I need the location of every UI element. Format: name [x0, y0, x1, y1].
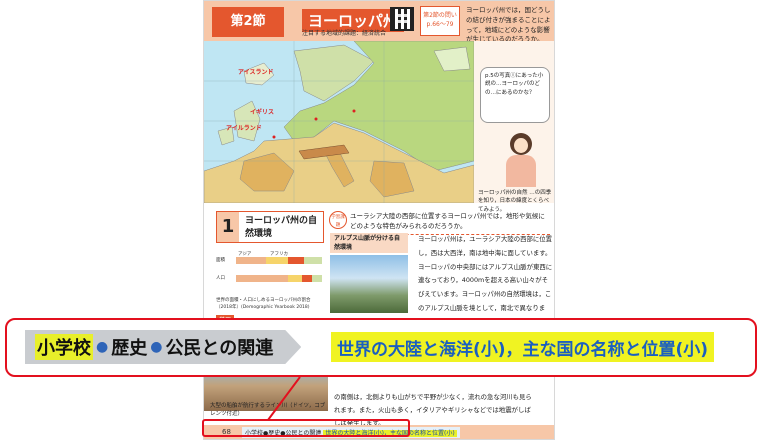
chart-label-population: 人口 — [216, 276, 225, 281]
bar-pop-africa — [288, 275, 302, 282]
qr-code-icon[interactable] — [390, 7, 414, 31]
section-title: ヨーロッパ州の自然環境 — [245, 216, 318, 239]
map-label-uk: イギリス — [250, 109, 275, 116]
map-label-iceland: アイスランド — [238, 69, 274, 76]
student-body — [506, 155, 536, 187]
section-number: 1 — [217, 212, 239, 242]
side-column: p.5の写真Ⓘにあった小説の…ヨーロッパのどの…にあるのかな？ ヨーロッパ州の自… — [474, 41, 554, 213]
section-question: ヨーロッパ州では，国どうしの結び付きが強まることによって，地域にどのような影響が… — [466, 6, 551, 44]
alps-heading: アルプス山脈が分ける自然環境 — [330, 233, 408, 253]
section-badge: 第2節 — [212, 7, 284, 37]
chart-legend-africa: アフリカ — [270, 252, 288, 257]
section-question-link[interactable]: 第2節の問い p.66～79 — [420, 6, 460, 36]
europe-map: アイスランド アイルランド イギリス — [204, 41, 474, 203]
callout-topics: 世界の大陸と海洋(小)，主な国の名称と位置(小) — [331, 332, 715, 362]
bar-area-africa — [266, 257, 288, 264]
share-bar-chart: 面積 人口 アジア アフリカ — [216, 251, 322, 299]
europe-map-graphic — [204, 41, 474, 203]
chart-legend-asia: アジア — [238, 252, 252, 257]
chart-source: 世界の面積・人口にしめるヨーロッパ州の割合（2018年）(Demographic… — [216, 298, 311, 310]
related-subjects-band: 小学校 ● 歴史 ● 公民との関連 — [25, 330, 301, 364]
bullet-dot-icon: ● — [150, 339, 163, 355]
speech-bubble: p.5の写真Ⓘにあった小説の…ヨーロッパのどの…にあるのかな？ — [480, 67, 550, 123]
map-label-ireland: アイルランド — [226, 125, 262, 132]
page-subtitle: 注目する地域的課題：経済統合 — [302, 30, 387, 37]
student-face — [514, 138, 528, 153]
bar-area-other — [304, 257, 322, 264]
bullet-dot-icon: ● — [96, 339, 109, 355]
callout-history: 歴史 — [111, 338, 148, 359]
callout-zoom: 小学校 ● 歴史 ● 公民との関連 世界の大陸と海洋(小)，主な国の名称と位置(… — [5, 318, 757, 377]
page-header: 第2節 ヨーロッパ州 注目する地域的課題：経済統合 第2節の問い p.66～79… — [204, 1, 554, 43]
bar-area-asia — [236, 257, 266, 264]
callout-civics: 公民との関連 — [165, 338, 274, 359]
bar-pop-other — [312, 275, 322, 282]
footer-highlight-box — [202, 419, 410, 437]
learning-goal-text: ユーラシア大陸の西部に位置するヨーロッパ州では，地形や気候にどのような特色がみら… — [350, 211, 550, 235]
alps-photo — [330, 255, 408, 313]
rhine-photo-caption: 大型の船舶が航行するライン川（ドイツ，コブレンツ付近） — [210, 403, 326, 418]
callout-elementary: 小学校 — [35, 334, 93, 360]
bar-pop-asia — [236, 275, 288, 282]
section-heading: 1 ヨーロッパ州の自然環境 — [216, 211, 324, 243]
bar-area-europe — [288, 257, 304, 264]
chart-label-area: 面積 — [216, 258, 225, 263]
learning-goal-icon: 学習課題 — [329, 211, 347, 229]
bar-pop-europe — [302, 275, 312, 282]
